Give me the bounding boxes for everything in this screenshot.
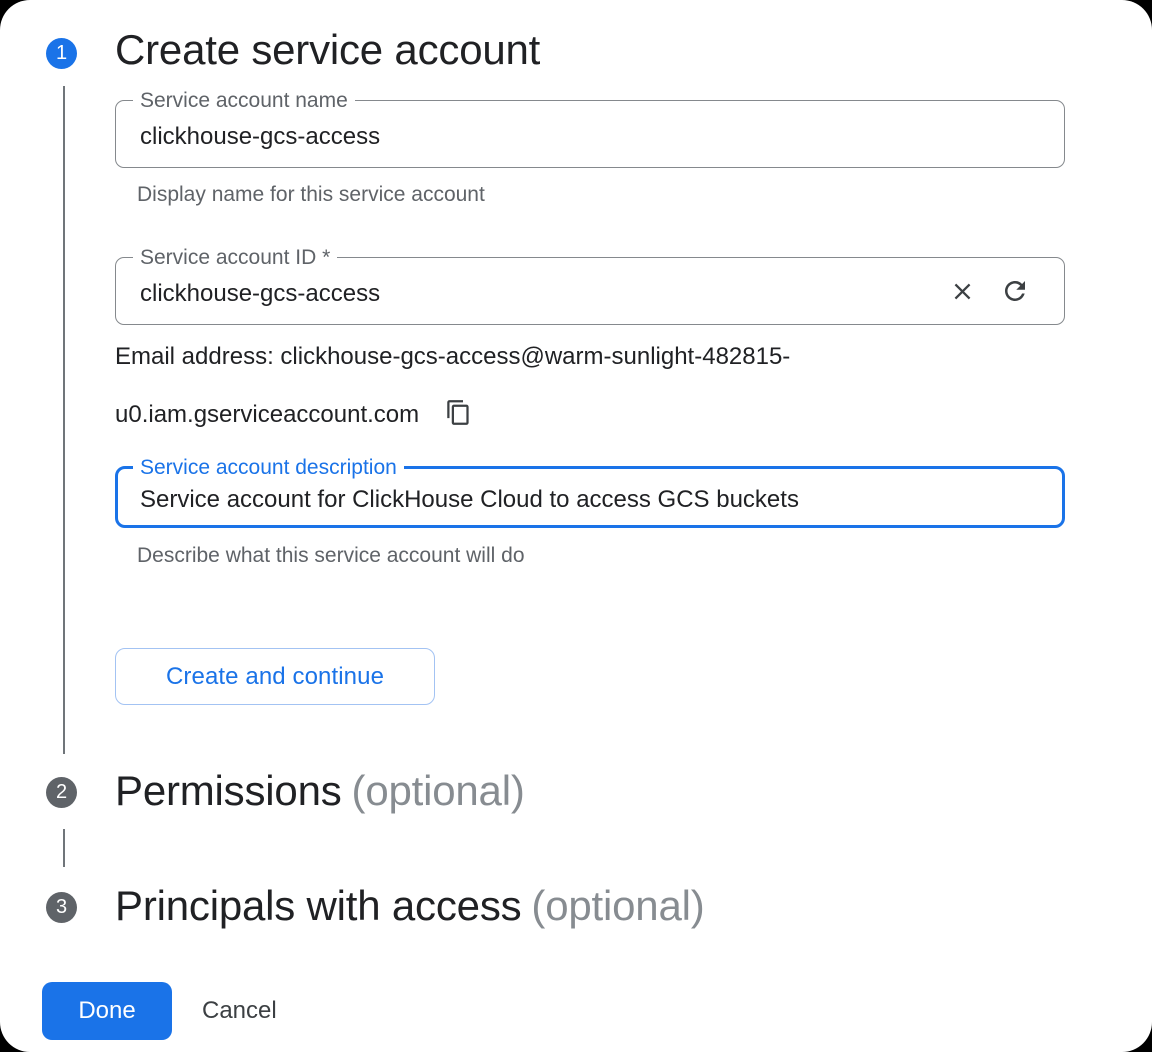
service-account-description-field: Service account description	[115, 466, 1065, 528]
step-1-indicator: 1	[46, 38, 77, 69]
service-account-id-label: Service account ID *	[133, 245, 337, 270]
service-account-name-input[interactable]	[116, 117, 1064, 151]
step-3-number: 3	[56, 896, 67, 919]
step-connector-line-2	[63, 829, 65, 867]
service-account-name-helper: Display name for this service account	[137, 182, 485, 207]
cancel-button[interactable]: Cancel	[176, 982, 303, 1040]
email-line-2-text: u0.iam.gserviceaccount.com	[115, 401, 419, 428]
step-3-title-text: Principals with access	[115, 882, 521, 929]
step-3-title: Principals with access(optional)	[115, 882, 705, 930]
create-and-continue-button[interactable]: Create and continue	[115, 648, 435, 705]
service-account-id-field: Service account ID *	[115, 257, 1065, 325]
refresh-icon	[1000, 276, 1030, 306]
service-account-email-text: Email address: clickhouse-gcs-access@war…	[115, 328, 1095, 444]
clear-id-button[interactable]	[949, 278, 976, 305]
step-1-title-text: Create service account	[115, 26, 540, 73]
step-2-indicator: 2	[46, 777, 77, 808]
step-2-title: Permissions(optional)	[115, 767, 525, 815]
copy-icon	[445, 399, 472, 426]
step-3-indicator: 3	[46, 892, 77, 923]
create-service-account-dialog: 1 Create service account Service account…	[0, 0, 1152, 1052]
step-2-number: 2	[56, 781, 67, 804]
service-account-description-input[interactable]	[118, 480, 1062, 514]
done-button[interactable]: Done	[42, 982, 172, 1040]
service-account-name-field: Service account name	[115, 100, 1065, 168]
id-field-actions	[949, 276, 1064, 306]
email-line-2: u0.iam.gserviceaccount.com	[115, 386, 1095, 444]
step-1-number: 1	[56, 42, 67, 65]
step-3-optional-text: (optional)	[531, 882, 704, 929]
service-account-name-label: Service account name	[133, 88, 355, 113]
copy-email-button[interactable]	[445, 399, 472, 429]
step-1-title: Create service account	[115, 26, 540, 74]
service-account-id-input[interactable]	[116, 274, 949, 308]
step-connector-line-1	[63, 86, 65, 754]
regenerate-id-button[interactable]	[1000, 276, 1030, 306]
step-2-title-text: Permissions	[115, 767, 342, 814]
service-account-description-label: Service account description	[133, 455, 404, 480]
step-2-optional-text: (optional)	[352, 767, 525, 814]
close-icon	[949, 278, 976, 305]
service-account-description-helper: Describe what this service account will …	[137, 543, 525, 568]
email-line-1: Email address: clickhouse-gcs-access@war…	[115, 328, 1095, 386]
